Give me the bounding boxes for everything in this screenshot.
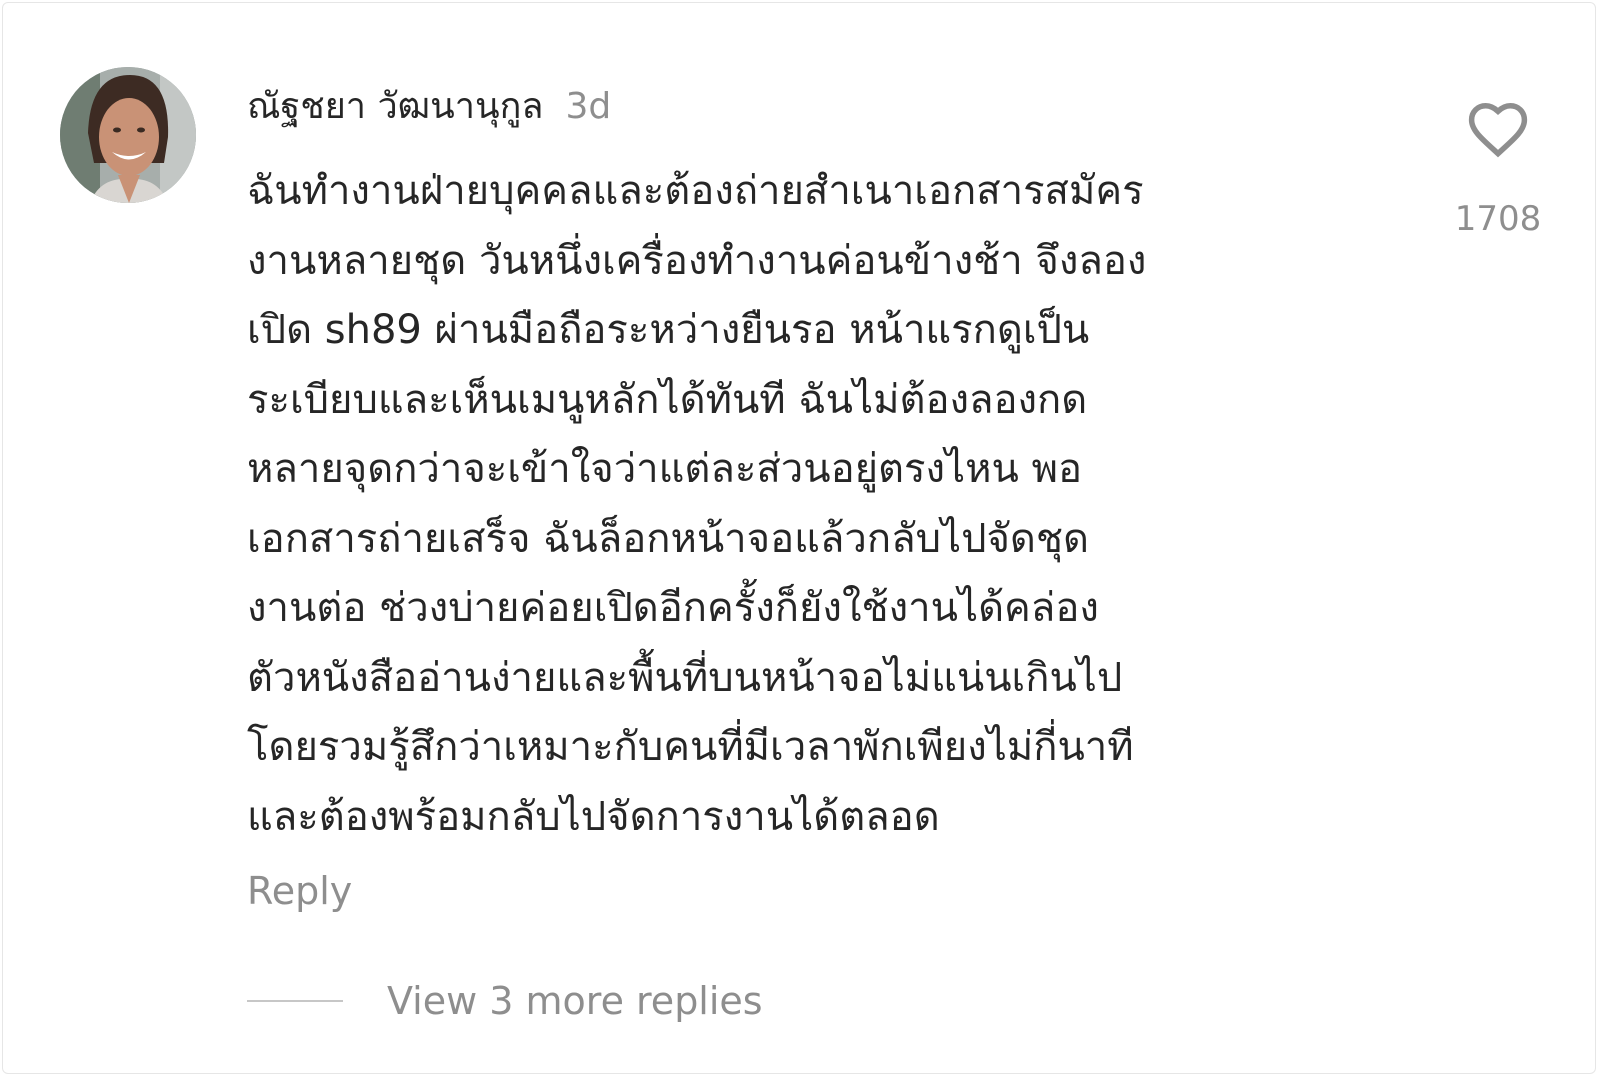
view-more-replies[interactable]: View 3 more replies <box>247 979 763 1023</box>
avatar[interactable] <box>60 67 196 203</box>
comment-line: เปิด sh89 ผ่านมือถือระหว่างยืนรอ หน้าแรก… <box>247 307 1090 353</box>
comment-line: เอกสารถ่ายเสร็จ ฉันล็อกหน้าจอแล้วกลับไปจ… <box>247 515 1090 562</box>
comment-line: งานหลายชุด วันหนึ่งเครื่องทำงานค่อนข้างช… <box>247 237 1147 284</box>
user-avatar-photo <box>60 67 196 203</box>
view-replies-label[interactable]: View 3 more replies <box>387 979 763 1023</box>
comment-card: ณัฐชยา วัฒนานุกูล 3d ฉันทำงานฝ่ายบุคคลแล… <box>2 2 1596 1074</box>
like-count: 1708 <box>1454 199 1542 239</box>
comment-line: หลายจุดกว่าจะเข้าใจว่าแต่ละส่วนอยู่ตรงไห… <box>247 446 1082 492</box>
comment-line: โดยรวมรู้สึกว่าเหมาะกับคนที่มีเวลาพักเพี… <box>247 724 1134 770</box>
comment-line: ฉันทำงานฝ่ายบุคคลและต้องถ่ายสำเนาเอกสารส… <box>247 168 1144 214</box>
replies-divider <box>247 1000 343 1002</box>
like-button[interactable] <box>1465 97 1531 163</box>
comment-header: ณัฐชยา วัฒนานุกูล 3d <box>247 77 611 133</box>
comment-timestamp: 3d <box>565 86 612 127</box>
comment-line: และต้องพร้อมกลับไปจัดการงานได้ตลอด <box>247 793 940 840</box>
comment-text: ฉันทำงานฝ่ายบุคคลและต้องถ่ายสำเนาเอกสารส… <box>247 157 1377 852</box>
comment-line: งานต่อ ช่วงบ่ายค่อยเปิดอีกครั้งก็ยังใช้ง… <box>247 585 1099 631</box>
comment-line: ตัวหนังสืออ่านง่ายและพื้นที่บนหน้าจอไม่แ… <box>247 654 1123 701</box>
comment-author[interactable]: ณัฐชยา วัฒนานุกูล <box>247 77 543 134</box>
comment-line: ระเบียบและเห็นเมนูหลักได้ทันที ฉันไม่ต้อ… <box>247 376 1088 423</box>
heart-outline-icon <box>1468 103 1528 158</box>
reply-button[interactable]: Reply <box>247 869 352 913</box>
